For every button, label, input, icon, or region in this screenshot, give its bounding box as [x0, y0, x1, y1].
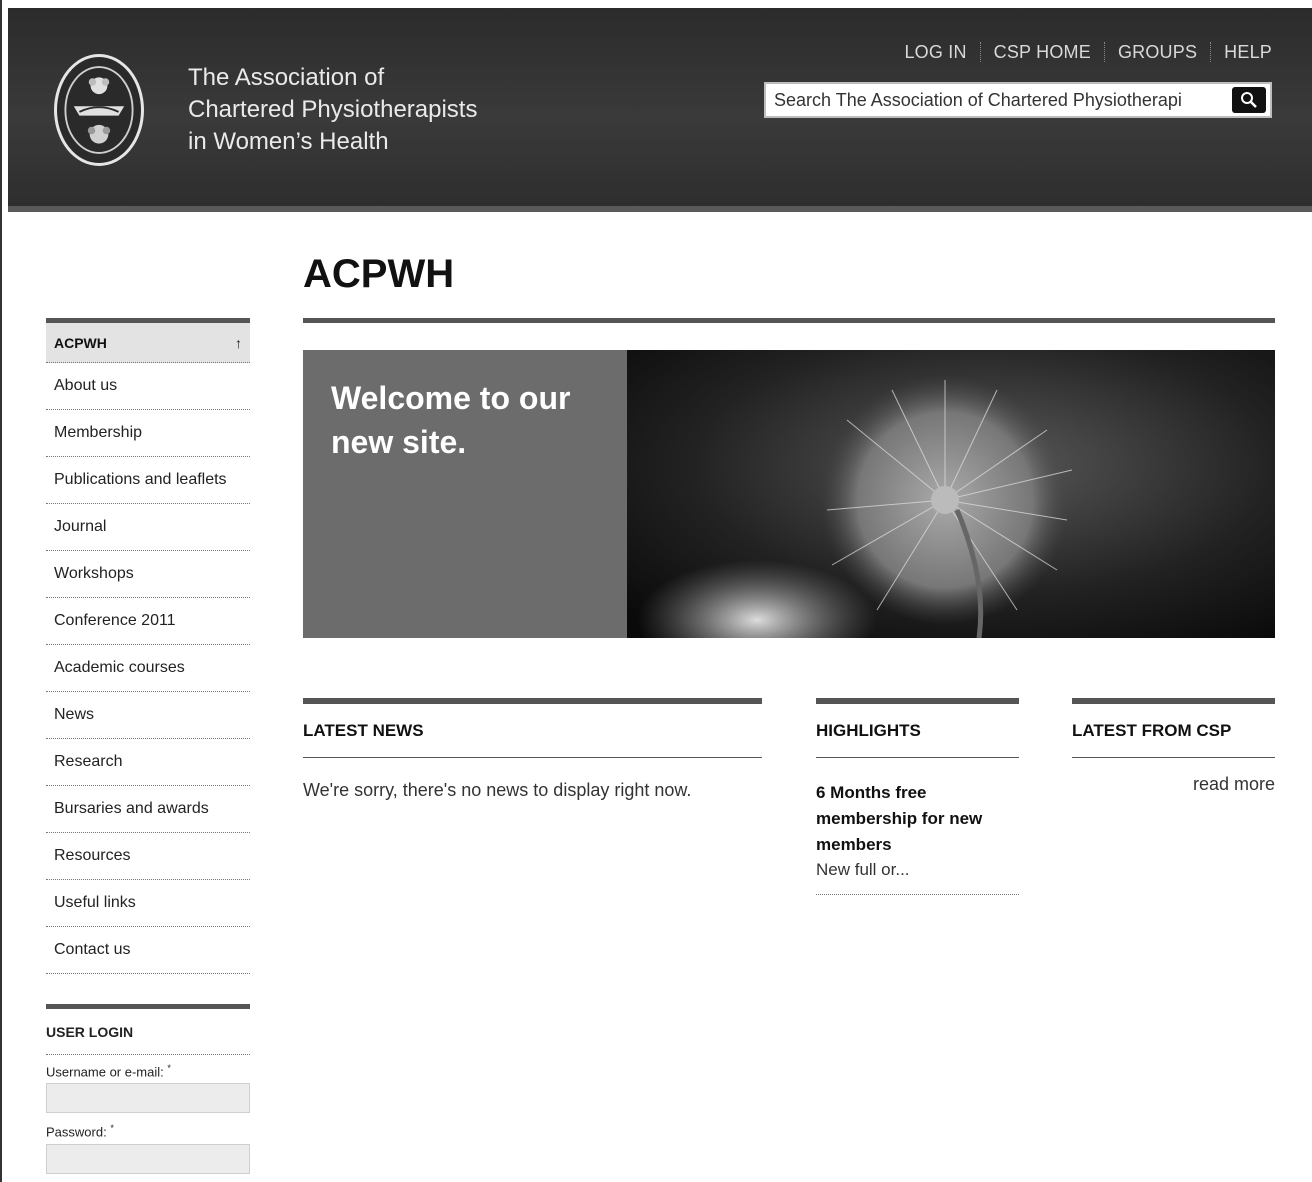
highlight-description: New full or... — [816, 860, 910, 879]
org-name-line-2: Chartered Physiotherapists — [188, 96, 478, 123]
hero-line-1: Welcome to our — [331, 380, 571, 416]
page-title: ACPWH — [303, 252, 455, 296]
username-label: Username or e-mail: * — [46, 1063, 250, 1079]
highlight-title-link[interactable]: 6 Months free membership for new members — [816, 780, 1019, 858]
hero-caption: Welcome to our new site. — [303, 350, 627, 638]
login-title: USER LOGIN — [46, 1009, 250, 1055]
sidebar-item-academic-courses[interactable]: Academic courses — [46, 645, 250, 692]
sidebar-item-news[interactable]: News — [46, 692, 250, 739]
title-divider — [303, 318, 1275, 323]
username-label-text: Username or e-mail: — [46, 1064, 164, 1080]
latest-news-section: LATEST NEWS We're sorry, there's no news… — [303, 698, 762, 801]
groups-link[interactable]: GROUPS — [1103, 42, 1210, 62]
sidebar-item-bursaries[interactable]: Bursaries and awards — [46, 786, 250, 833]
org-name[interactable]: The Association of Chartered Physiothera… — [188, 62, 528, 158]
latest-csp-section: LATEST FROM CSP read more — [1072, 698, 1275, 795]
highlight-divider — [816, 894, 1019, 895]
search-button[interactable] — [1232, 87, 1266, 113]
read-more-link[interactable]: read more — [1072, 774, 1275, 795]
required-mark: * — [110, 1123, 114, 1134]
arrow-up-icon: ↑ — [235, 334, 242, 351]
latest-csp-heading: LATEST FROM CSP — [1072, 704, 1275, 758]
highlights-section: HIGHLIGHTS 6 Months free membership for … — [816, 698, 1019, 895]
latest-news-heading: LATEST NEWS — [303, 704, 762, 758]
site-header: The Association of Chartered Physiothera… — [8, 8, 1312, 212]
login-link[interactable]: LOG IN — [904, 42, 979, 62]
hero-line-2: new site. — [331, 424, 467, 460]
hero-banner[interactable]: Welcome to our new site. — [303, 350, 1275, 638]
sidebar-item-research[interactable]: Research — [46, 739, 250, 786]
sidebar-nav: ACPWH ↑ About us Membership Publications… — [46, 318, 250, 974]
highlights-heading: HIGHLIGHTS — [816, 704, 1019, 758]
magnifier-icon — [1241, 92, 1257, 108]
csp-home-link[interactable]: CSP HOME — [979, 42, 1104, 62]
required-mark: * — [167, 1063, 171, 1073]
search-input[interactable] — [766, 84, 1232, 116]
sidebar-item-about-us[interactable]: About us — [46, 363, 250, 410]
password-label-text: Password: — [46, 1124, 107, 1140]
sidebar-item-resources[interactable]: Resources — [46, 833, 250, 880]
crest-icon[interactable] — [54, 54, 144, 166]
dandelion-image — [627, 350, 1275, 638]
password-label: Password: * — [46, 1123, 250, 1139]
sidebar-item-useful-links[interactable]: Useful links — [46, 880, 250, 927]
sidebar-item-journal[interactable]: Journal — [46, 504, 250, 551]
sidebar-item-conference[interactable]: Conference 2011 — [46, 598, 250, 645]
user-login-block: USER LOGIN Username or e-mail: * Passwor… — [46, 1004, 250, 1174]
sidebar-item-publications[interactable]: Publications and leaflets — [46, 457, 250, 504]
sidebar-item-acpwh[interactable]: ACPWH ↑ — [46, 323, 250, 363]
username-field[interactable] — [46, 1083, 250, 1114]
sidebar-item-contact-us[interactable]: Contact us — [46, 927, 250, 974]
org-name-line-3: in Women’s Health — [188, 128, 389, 155]
search-box — [764, 82, 1272, 118]
password-field[interactable] — [46, 1143, 250, 1174]
org-name-line-1: The Association of — [188, 64, 385, 91]
sidebar-active-label: ACPWH — [54, 334, 107, 351]
sidebar-item-workshops[interactable]: Workshops — [46, 551, 250, 598]
help-link[interactable]: HELP — [1210, 42, 1272, 62]
sidebar-item-membership[interactable]: Membership — [46, 410, 250, 457]
no-news-message: We're sorry, there's no news to display … — [303, 780, 692, 800]
top-nav: LOG IN CSP HOME GROUPS HELP — [904, 42, 1272, 62]
